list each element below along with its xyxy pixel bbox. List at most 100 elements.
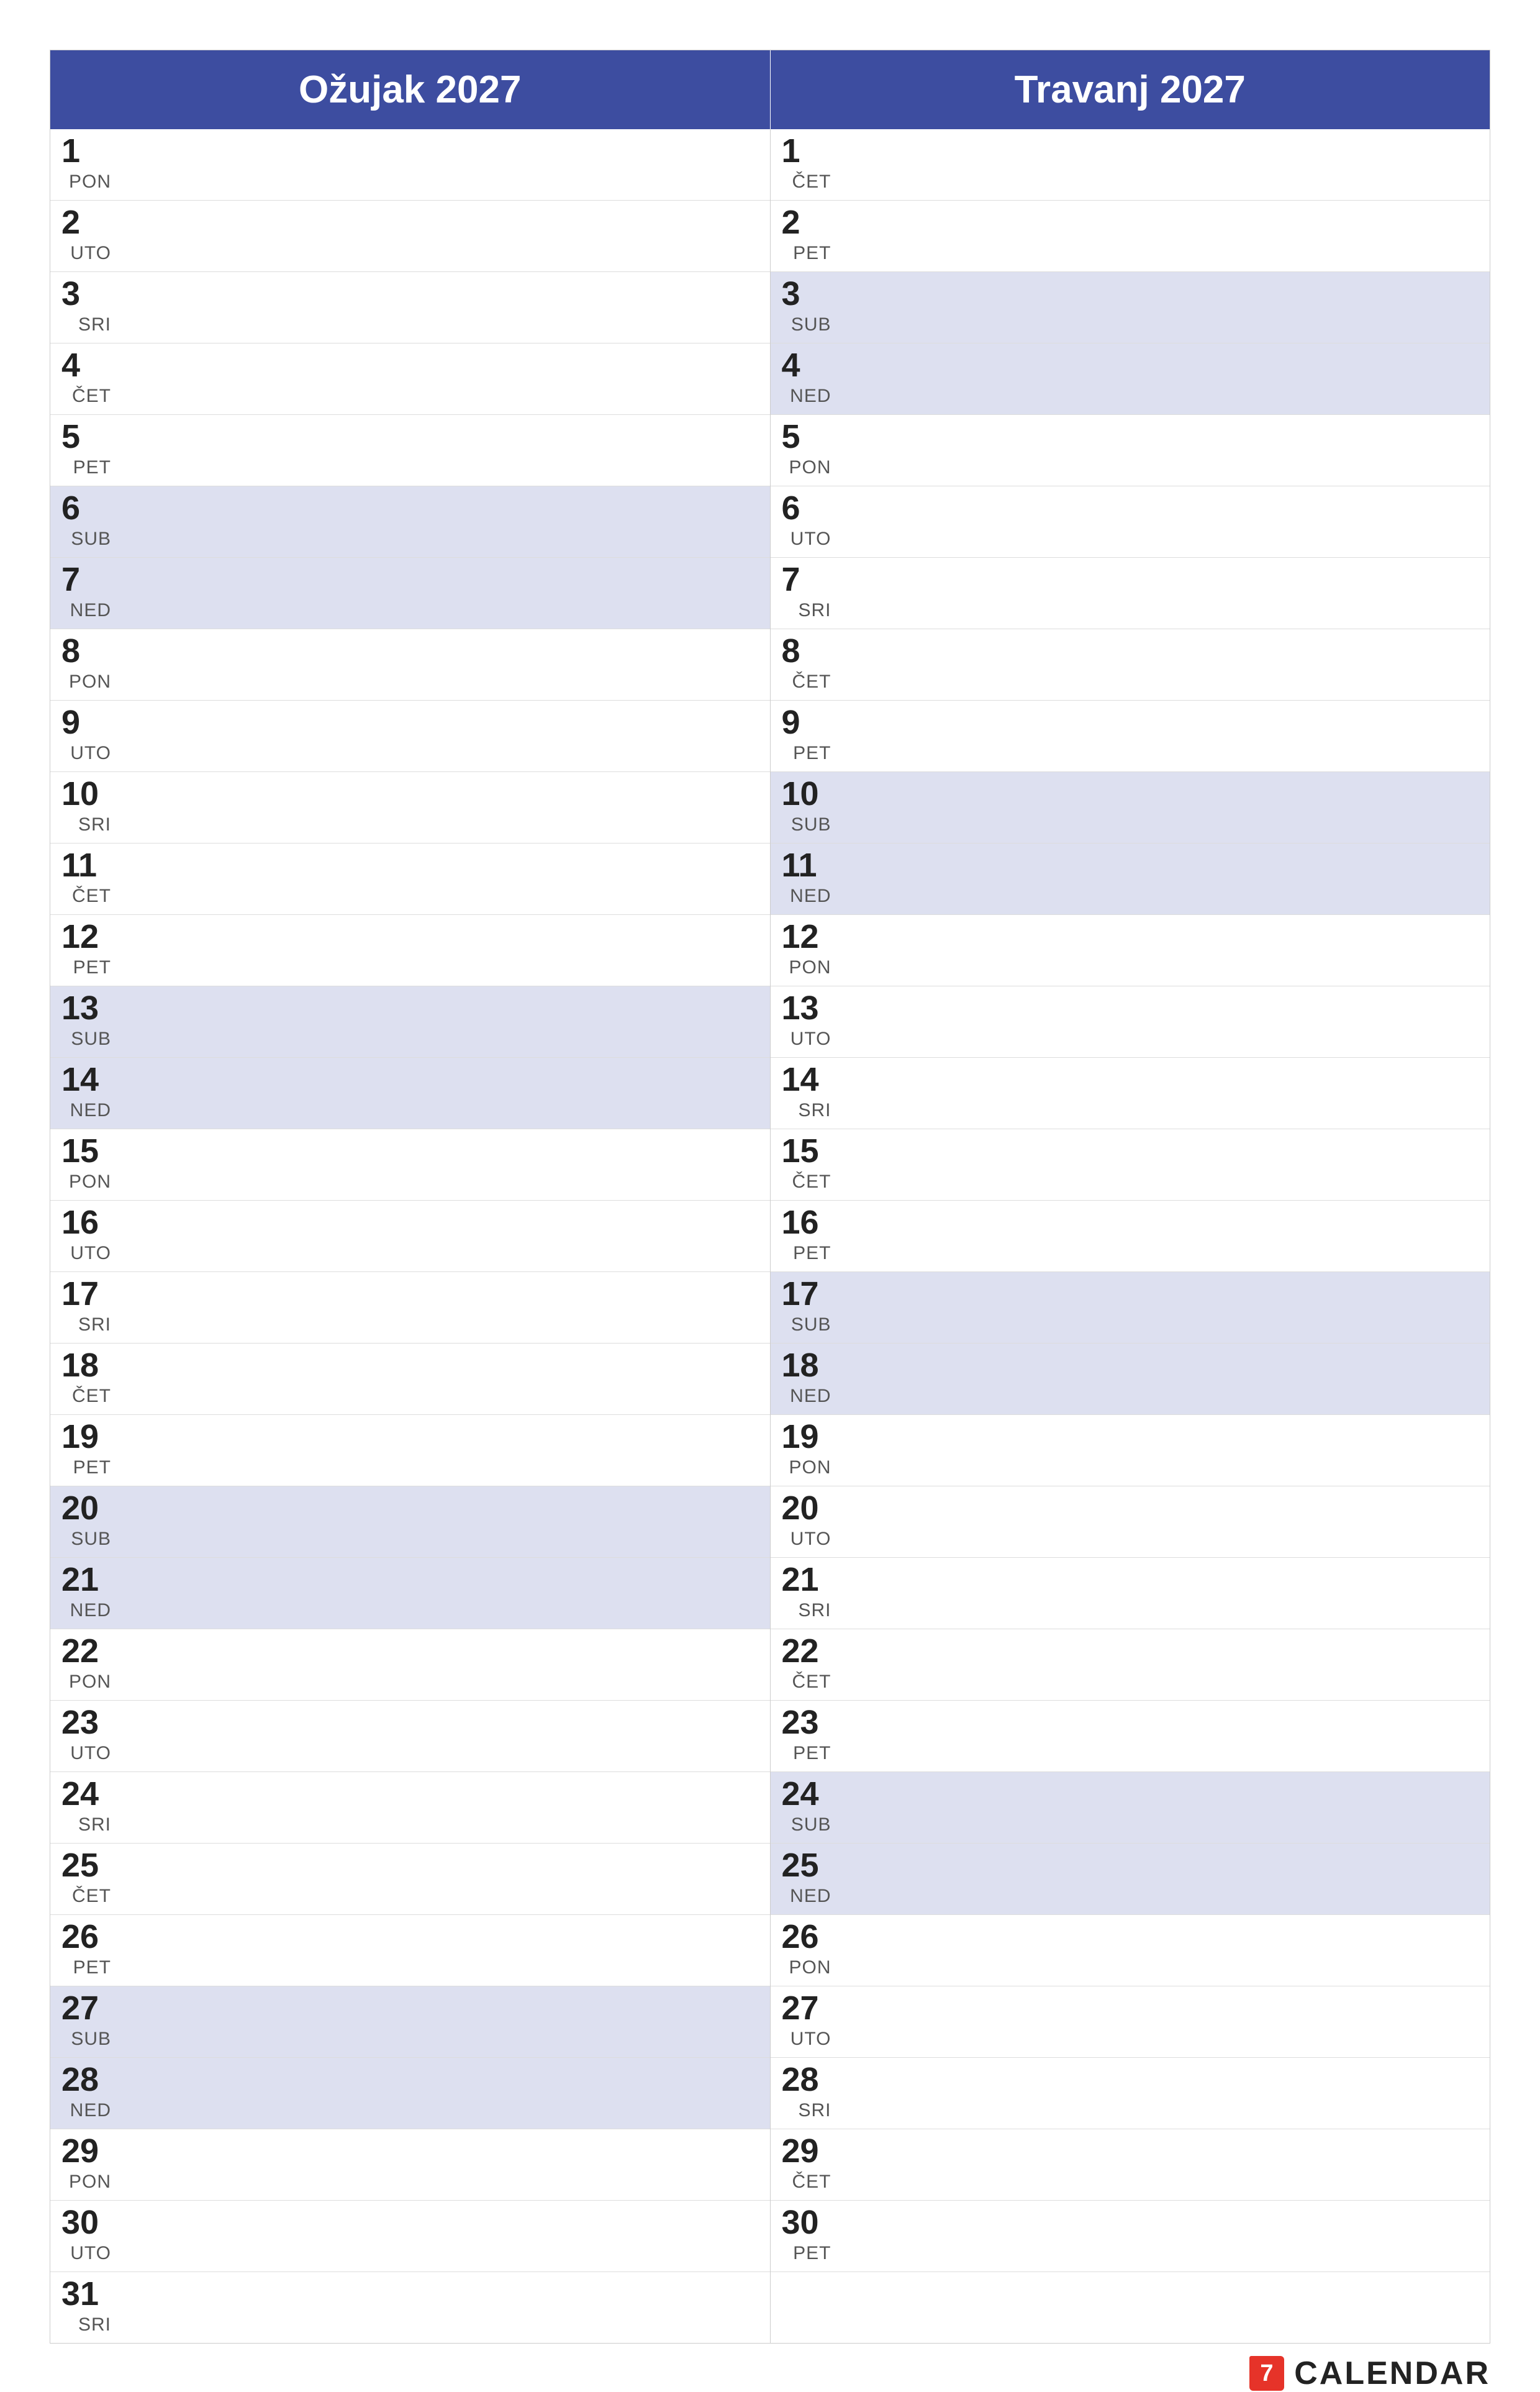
- day-number: 27: [61, 1991, 111, 2025]
- day-content: 1ČET: [782, 134, 831, 195]
- day-row: 2UTO: [50, 201, 770, 272]
- day-content: 11NED: [782, 848, 831, 909]
- day-number: 1: [61, 134, 111, 168]
- day-name: NED: [790, 1386, 831, 1409]
- day-row: 4ČET: [50, 343, 770, 415]
- day-name: NED: [70, 1100, 111, 1124]
- day-row: 11NED: [771, 844, 1490, 915]
- day-row: 12PON: [771, 915, 1490, 986]
- day-name: SRI: [798, 1600, 831, 1624]
- day-content: 4 NED: [782, 348, 831, 409]
- day-name: PET: [73, 457, 111, 481]
- logo-text: CALENDAR: [1294, 2355, 1490, 2392]
- day-number: 28: [782, 2063, 831, 2096]
- day-content: 20UTO: [782, 1491, 831, 1552]
- day-number: 4: [782, 348, 831, 382]
- day-content: 20SUB: [61, 1491, 111, 1552]
- page: Ožujak 2027 Travanj 2027 1PON2UTO3SRI4ČE…: [0, 0, 1540, 2179]
- day-name: SRI: [78, 2314, 111, 2338]
- day-content: 5PON: [782, 420, 831, 481]
- day-number: 30: [61, 2206, 111, 2239]
- day-content: 27SUB: [61, 1991, 111, 2052]
- month2-header: Travanj 2027: [771, 50, 1490, 129]
- day-content: 6UTO: [782, 491, 831, 552]
- day-row: 19PON: [771, 1415, 1490, 1486]
- day-name: NED: [790, 386, 831, 409]
- day-row: 8PON: [50, 629, 770, 701]
- day-content: 3SUB: [782, 277, 831, 338]
- day-name: UTO: [790, 1029, 831, 1052]
- day-content: 28SRI: [782, 2063, 831, 2124]
- day-row: 24SUB: [771, 1772, 1490, 1844]
- day-row: 6UTO: [771, 486, 1490, 558]
- day-row: 9PET: [771, 701, 1490, 772]
- day-number: 7: [61, 563, 111, 596]
- day-name: ČET: [792, 671, 831, 695]
- day-row: 3SUB: [771, 272, 1490, 343]
- day-content: 8PON: [61, 634, 111, 695]
- day-name: NED: [790, 886, 831, 909]
- day-name: SUB: [71, 1029, 111, 1052]
- day-number: 5: [61, 420, 111, 453]
- day-row: 26PET: [50, 1915, 770, 1986]
- day-content: 9PET: [782, 706, 831, 766]
- day-content: 4ČET: [61, 348, 111, 409]
- day-number: 21: [782, 1563, 831, 1596]
- day-row: 16UTO: [50, 1201, 770, 1272]
- day-row: 8 ČET: [771, 629, 1490, 701]
- day-name: ČET: [792, 1671, 831, 1695]
- day-number: 14: [61, 1063, 111, 1096]
- day-name: PET: [73, 1457, 111, 1481]
- day-name: SUB: [791, 1314, 831, 1338]
- day-number: 24: [782, 1777, 831, 1811]
- day-number: 2: [61, 206, 111, 239]
- day-number: 4: [61, 348, 111, 382]
- logo-container: 7 CALENDAR: [1248, 2355, 1490, 2392]
- day-content: 15ČET: [782, 1134, 831, 1195]
- day-content: 18NED: [782, 1348, 831, 1409]
- day-content: 21NED: [61, 1563, 111, 1624]
- day-name: PET: [73, 1957, 111, 1981]
- day-name: SRI: [78, 314, 111, 338]
- day-row: 23UTO: [50, 1701, 770, 1772]
- day-content: 14 NED: [61, 1063, 111, 1124]
- day-content: 22ČET: [782, 1634, 831, 1695]
- day-number: 14: [782, 1063, 831, 1096]
- day-number: 23: [782, 1706, 831, 1739]
- day-row: 29ČET: [771, 2129, 1490, 2201]
- day-row: 15PON: [50, 1129, 770, 1201]
- day-number: 28: [61, 2063, 111, 2096]
- day-name: SRI: [798, 600, 831, 624]
- day-name: UTO: [70, 743, 111, 766]
- calendar-logo-icon: 7: [1248, 2355, 1285, 2392]
- day-row: 20UTO: [771, 1486, 1490, 1558]
- day-row: 30UTO: [50, 2201, 770, 2272]
- day-content: 23UTO: [61, 1706, 111, 1767]
- day-row: 28SRI: [771, 2058, 1490, 2129]
- day-row: 12PET: [50, 915, 770, 986]
- day-name: ČET: [792, 1171, 831, 1195]
- day-name: NED: [790, 1886, 831, 1909]
- day-number: 25: [782, 1849, 831, 1882]
- day-content: 7NED: [61, 563, 111, 624]
- day-row: 5PON: [771, 415, 1490, 486]
- day-content: 26PET: [61, 1920, 111, 1981]
- day-name: PON: [69, 1671, 111, 1695]
- day-number: 2: [782, 206, 831, 239]
- day-content: 25ČET: [61, 1849, 111, 1909]
- day-name: ČET: [72, 1386, 111, 1409]
- day-row: 13UTO: [771, 986, 1490, 1058]
- day-number: 20: [782, 1491, 831, 1525]
- day-content: 27UTO: [782, 1991, 831, 2052]
- day-number: 10: [61, 777, 111, 811]
- day-number: 8: [782, 634, 831, 668]
- day-row: 28NED: [50, 2058, 770, 2129]
- day-content: 10SUB: [782, 777, 831, 838]
- day-row: 9UTO: [50, 701, 770, 772]
- day-content: 21 SRI: [782, 1563, 831, 1624]
- day-row: 4 NED: [771, 343, 1490, 415]
- day-number: 1: [782, 134, 831, 168]
- empty-row: [771, 2272, 1490, 2343]
- day-row: 22ČET: [771, 1629, 1490, 1701]
- day-content: 22PON: [61, 1634, 111, 1695]
